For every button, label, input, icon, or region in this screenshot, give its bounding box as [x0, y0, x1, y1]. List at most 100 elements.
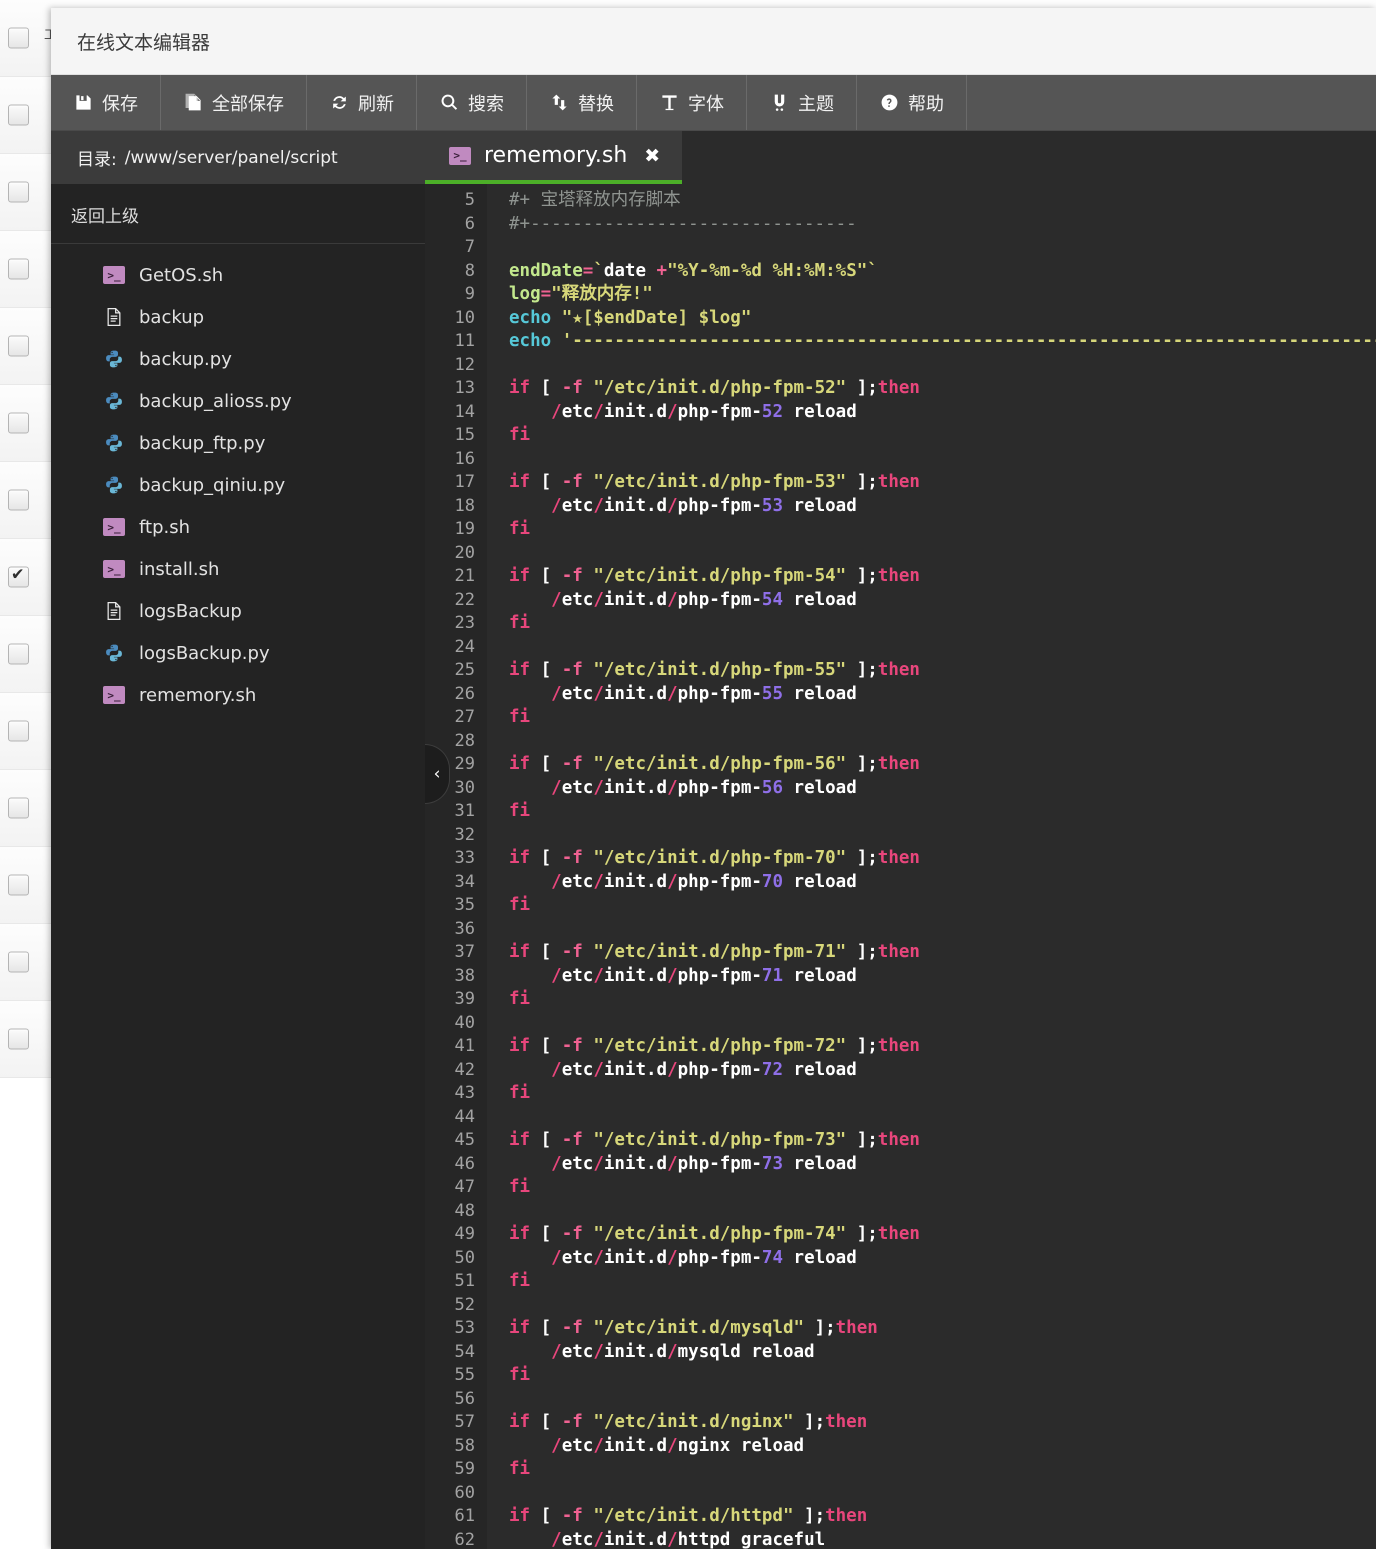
text-file-icon	[103, 600, 125, 622]
row-checkbox[interactable]	[8, 720, 29, 742]
line-number: 44	[454, 1106, 475, 1127]
file-item[interactable]: >_ GetOS.sh	[51, 254, 425, 296]
toolbar-button-theme[interactable]: 主题	[747, 75, 857, 130]
save-all-icon	[183, 93, 203, 113]
refresh-icon	[329, 93, 349, 113]
row-checkbox[interactable]	[8, 412, 29, 434]
line-number: 60	[454, 1482, 475, 1503]
python-file-icon	[103, 642, 125, 664]
line-number: 6	[464, 213, 475, 234]
row-checkbox[interactable]	[8, 565, 29, 588]
line-number: 49	[454, 1224, 475, 1244]
file-item[interactable]: logsBackup	[51, 590, 425, 632]
line-number: 23	[454, 613, 475, 633]
file-item[interactable]: logsBackup.py	[51, 632, 425, 674]
editor-toolbar: 保存 全部保存 刷新 搜索 替换 字体 主题 帮助	[51, 75, 1376, 131]
code-line: /etc/init.d/httpd graceful	[551, 1529, 826, 1549]
toolbar-button-label: 刷新	[358, 93, 394, 115]
sh-file-icon: >_	[449, 146, 471, 165]
file-item[interactable]: >_ rememory.sh	[51, 674, 425, 716]
row-checkbox[interactable]	[8, 1028, 29, 1050]
toolbar-button-search[interactable]: 搜索	[417, 75, 527, 130]
line-number: 5	[464, 190, 475, 210]
line-number: 27	[454, 707, 475, 727]
line-number: 46	[454, 1153, 475, 1174]
code-content[interactable]: export PATH#+---------------------------…	[487, 184, 1376, 1549]
toolbar-button-refresh[interactable]: 刷新	[307, 75, 417, 130]
toolbar-button-replace[interactable]: 替换	[527, 75, 637, 130]
file-item[interactable]: backup_alioss.py	[51, 380, 425, 422]
toolbar-button-help[interactable]: 帮助	[857, 75, 967, 130]
code-line: fi	[509, 519, 531, 539]
line-number: 31	[454, 801, 475, 821]
code-line: log="释放内存!"	[509, 284, 653, 304]
theme-icon	[769, 93, 789, 113]
line-number: 42	[454, 1059, 475, 1080]
line-number: 50	[454, 1247, 475, 1268]
row-checkbox[interactable]	[8, 643, 29, 665]
line-number: 18	[454, 495, 475, 516]
line-number: 24	[454, 636, 475, 657]
row-checkbox[interactable]	[8, 874, 29, 896]
code-line: fi	[509, 707, 531, 727]
toolbar-button-font[interactable]: 字体	[637, 75, 747, 130]
code-line: if [ -f "/etc/init.d/nginx" ];then	[509, 1412, 868, 1432]
line-number: 10	[454, 307, 475, 328]
line-number: 58	[454, 1435, 475, 1456]
toolbar-button-save-all[interactable]: 全部保存	[161, 75, 307, 130]
line-number: 48	[454, 1200, 475, 1221]
file-item[interactable]: backup	[51, 296, 425, 338]
line-number: 55	[454, 1365, 475, 1385]
line-number: 41	[454, 1036, 475, 1056]
line-number: 15	[454, 425, 475, 445]
line-number: 21	[454, 566, 475, 586]
tab-rememory-sh[interactable]: >_ rememory.sh ✖	[425, 131, 683, 184]
code-line: /etc/init.d/php-fpm-70 reload	[551, 871, 857, 892]
code-line: if [ -f "/etc/init.d/php-fpm-74" ];then	[509, 1224, 920, 1244]
code-editor-pane: >_ rememory.sh ✖ 34567891011121314151617…	[425, 131, 1376, 1549]
row-checkbox[interactable]	[8, 181, 29, 203]
file-name: ftp.sh	[139, 516, 191, 538]
code-line: /etc/init.d/php-fpm-72 reload	[551, 1059, 857, 1080]
file-name: backup_qiniu.py	[139, 474, 286, 496]
row-checkbox[interactable]	[8, 951, 29, 973]
line-number: 45	[454, 1130, 475, 1150]
toolbar-button-label: 保存	[102, 93, 138, 115]
file-item[interactable]: backup.py	[51, 338, 425, 380]
code-line: if [ -f "/etc/init.d/mysqld" ];then	[509, 1318, 878, 1338]
row-checkbox[interactable]	[8, 104, 29, 126]
code-viewport[interactable]: 3456789101112131415161718192021222324252…	[425, 184, 1376, 1549]
row-checkbox[interactable]	[8, 258, 29, 280]
row-checkbox[interactable]	[8, 27, 29, 49]
code-line: fi	[509, 895, 531, 915]
line-number: 61	[454, 1506, 475, 1526]
code-line: /etc/init.d/php-fpm-71 reload	[551, 965, 857, 986]
file-item[interactable]: >_ install.sh	[51, 548, 425, 590]
file-item[interactable]: backup_ftp.py	[51, 422, 425, 464]
line-number: 11	[454, 331, 475, 351]
go-up-link[interactable]: 返回上级	[51, 184, 425, 244]
line-number: 35	[454, 895, 475, 915]
line-number: 25	[454, 660, 475, 680]
row-checkbox[interactable]	[8, 489, 29, 511]
sh-file-icon: >_	[103, 516, 125, 538]
line-number: 43	[454, 1083, 475, 1103]
tab-close-icon[interactable]: ✖	[644, 145, 660, 167]
toolbar-button-save[interactable]: 保存	[51, 75, 161, 130]
file-item[interactable]: backup_qiniu.py	[51, 464, 425, 506]
editor-tab-bar: >_ rememory.sh ✖	[425, 131, 1376, 184]
row-checkbox[interactable]	[8, 335, 29, 357]
line-number: 12	[454, 354, 475, 375]
toolbar-button-label: 搜索	[468, 93, 504, 115]
line-number: 37	[454, 942, 475, 962]
code-line: if [ -f "/etc/init.d/php-fpm-55" ];then	[509, 660, 920, 680]
code-line: /etc/init.d/php-fpm-73 reload	[551, 1153, 857, 1174]
row-checkbox[interactable]	[8, 797, 29, 819]
file-item[interactable]: >_ ftp.sh	[51, 506, 425, 548]
